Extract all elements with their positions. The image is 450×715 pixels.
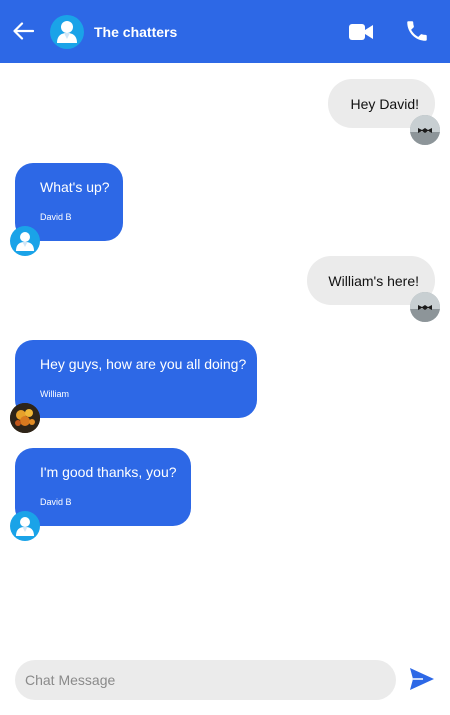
message-sender: David B: [40, 212, 72, 222]
sender-avatar[interactable]: [10, 511, 40, 541]
message-sender: David B: [40, 497, 72, 507]
back-button[interactable]: [8, 16, 38, 46]
user-icon: [16, 232, 34, 251]
phone-icon: [407, 21, 427, 41]
message-text: What's up?: [40, 179, 110, 195]
user-icon: [57, 21, 77, 43]
profile-photo-icon: [410, 115, 440, 145]
profile-photo-icon: [410, 292, 440, 322]
incoming-message: I'm good thanks, you? David B: [15, 448, 191, 526]
message-text: William's here!: [328, 272, 419, 289]
message-sender: William: [40, 389, 69, 399]
voice-call-button[interactable]: [404, 18, 432, 46]
group-avatar[interactable]: [50, 15, 84, 49]
arrow-left-icon: [13, 22, 34, 40]
chat-header: The chatters: [0, 0, 450, 63]
video-call-button[interactable]: [347, 20, 377, 46]
sender-avatar[interactable]: [10, 226, 40, 256]
video-camera-icon: [349, 24, 373, 40]
message-list[interactable]: Hey David! What's up? David B William's …: [0, 63, 450, 653]
send-button[interactable]: [409, 667, 437, 693]
sender-avatar[interactable]: [10, 403, 40, 433]
self-avatar[interactable]: [410, 292, 440, 322]
chat-title: The chatters: [94, 24, 178, 40]
chat-input-bar: [15, 660, 396, 700]
chat-message-input[interactable]: [15, 660, 396, 700]
message-text: Hey guys, how are you all doing?: [40, 356, 247, 372]
message-text: I'm good thanks, you?: [40, 464, 177, 480]
message-text: Hey David!: [350, 95, 419, 112]
user-icon: [16, 517, 34, 536]
send-icon: [410, 668, 434, 690]
self-avatar[interactable]: [410, 115, 440, 145]
flowers-photo-icon: [10, 403, 40, 433]
incoming-message: Hey guys, how are you all doing? William: [15, 340, 257, 418]
